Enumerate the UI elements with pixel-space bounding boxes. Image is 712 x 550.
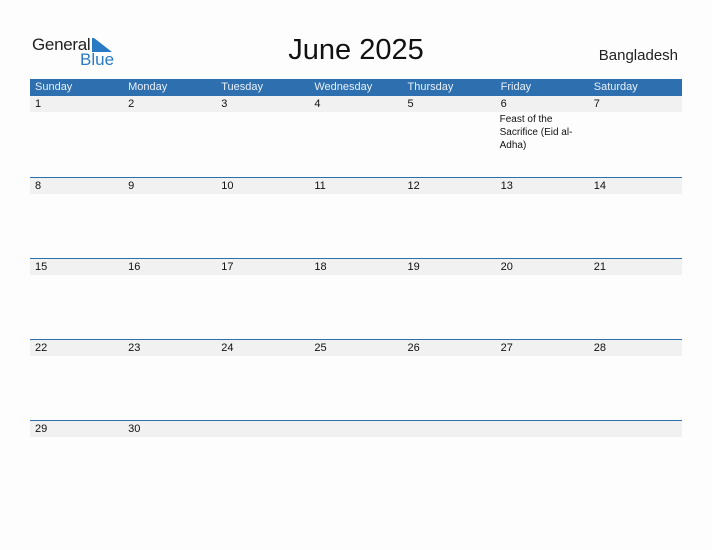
day-number bbox=[588, 421, 682, 437]
day-number: 28 bbox=[588, 340, 682, 356]
day-number bbox=[309, 421, 403, 437]
week-row: 22 23 24 25 26 27 28 bbox=[30, 339, 682, 420]
calendar-grid: Sunday Monday Tuesday Wednesday Thursday… bbox=[30, 79, 682, 501]
day-cell: 9 bbox=[123, 178, 217, 258]
day-cell: 4 bbox=[309, 96, 403, 177]
day-cell: 8 bbox=[30, 178, 124, 258]
day-cell bbox=[588, 421, 682, 501]
day-cell: 3 bbox=[216, 96, 310, 177]
day-number: 6 bbox=[495, 96, 589, 112]
day-number: 30 bbox=[123, 421, 217, 437]
weekday-friday: Friday bbox=[500, 81, 532, 93]
day-number: 22 bbox=[30, 340, 124, 356]
weekday-tuesday: Tuesday bbox=[221, 81, 264, 93]
week-row: 15 16 17 18 19 20 21 bbox=[30, 258, 682, 339]
day-number: 8 bbox=[30, 178, 124, 194]
day-cell: 27 bbox=[495, 340, 589, 420]
day-cell: 23 bbox=[123, 340, 217, 420]
day-number: 20 bbox=[495, 259, 589, 275]
day-cell bbox=[402, 421, 496, 501]
week-row: 1 2 3 4 5 6 Feast of the Sacrifice (Eid al-Adh… bbox=[30, 96, 682, 177]
day-number: 14 bbox=[588, 178, 682, 194]
day-cell: 15 bbox=[30, 259, 124, 339]
weekday-saturday: Saturday bbox=[593, 81, 638, 93]
day-number: 29 bbox=[30, 421, 124, 437]
day-number: 3 bbox=[216, 96, 310, 112]
day-number: 26 bbox=[402, 340, 496, 356]
day-number: 9 bbox=[123, 178, 217, 194]
day-cell: 2 bbox=[123, 96, 217, 177]
weekday-header: Sunday Monday Tuesday Wednesday Thursday… bbox=[30, 79, 682, 96]
day-cell: 13 bbox=[495, 178, 589, 258]
day-number: 5 bbox=[402, 96, 496, 112]
day-cell: 10 bbox=[216, 178, 310, 258]
day-number: 2 bbox=[123, 96, 217, 112]
day-number: 7 bbox=[588, 96, 682, 112]
day-cell: 7 bbox=[588, 96, 682, 177]
day-number bbox=[402, 421, 496, 437]
day-number: 25 bbox=[309, 340, 403, 356]
day-number: 18 bbox=[309, 259, 403, 275]
day-cell: 14 bbox=[588, 178, 682, 258]
day-cell: 30 bbox=[123, 421, 217, 501]
weekday-sunday: Sunday bbox=[35, 81, 73, 93]
day-number: 19 bbox=[402, 259, 496, 275]
day-cell: 5 bbox=[402, 96, 496, 177]
day-number bbox=[216, 421, 310, 437]
day-cell: 16 bbox=[123, 259, 217, 339]
day-cell: 17 bbox=[216, 259, 310, 339]
day-cell bbox=[309, 421, 403, 501]
week-row: 29 30 bbox=[30, 420, 682, 501]
day-cell: 20 bbox=[495, 259, 589, 339]
day-number bbox=[495, 421, 589, 437]
day-cell: 6 Feast of the Sacrifice (Eid al-Adha) bbox=[495, 96, 589, 177]
holiday-event: Feast of the Sacrifice (Eid al-Adha) bbox=[499, 114, 573, 151]
day-number: 1 bbox=[30, 96, 124, 112]
day-cell: 18 bbox=[309, 259, 403, 339]
weekday-thursday: Thursday bbox=[407, 81, 454, 93]
day-cell: 24 bbox=[216, 340, 310, 420]
day-number: 11 bbox=[309, 178, 403, 194]
day-cell: 26 bbox=[402, 340, 496, 420]
day-cell: 11 bbox=[309, 178, 403, 258]
day-number: 16 bbox=[123, 259, 217, 275]
day-cell: 12 bbox=[402, 178, 496, 258]
day-number: 21 bbox=[588, 259, 682, 275]
day-number: 15 bbox=[30, 259, 124, 275]
day-cell bbox=[495, 421, 589, 501]
day-number: 4 bbox=[309, 96, 403, 112]
weekday-monday: Monday bbox=[128, 81, 168, 93]
day-cell: 19 bbox=[402, 259, 496, 339]
day-number: 17 bbox=[216, 259, 310, 275]
week-row: 8 9 10 11 12 13 14 bbox=[30, 177, 682, 258]
day-cell: 21 bbox=[588, 259, 682, 339]
country-label: Bangladesh bbox=[598, 47, 678, 64]
day-cell: 1 bbox=[30, 96, 124, 177]
day-cell: 25 bbox=[309, 340, 403, 420]
day-cell: 22 bbox=[30, 340, 124, 420]
day-number: 23 bbox=[123, 340, 217, 356]
day-cell: 28 bbox=[588, 340, 682, 420]
day-number: 27 bbox=[495, 340, 589, 356]
day-cell bbox=[216, 421, 310, 501]
day-number: 12 bbox=[402, 178, 496, 194]
day-number: 13 bbox=[495, 178, 589, 194]
weekday-wednesday: Wednesday bbox=[314, 81, 373, 93]
day-cell: 29 bbox=[30, 421, 124, 501]
day-number: 24 bbox=[216, 340, 310, 356]
day-number: 10 bbox=[216, 178, 310, 194]
